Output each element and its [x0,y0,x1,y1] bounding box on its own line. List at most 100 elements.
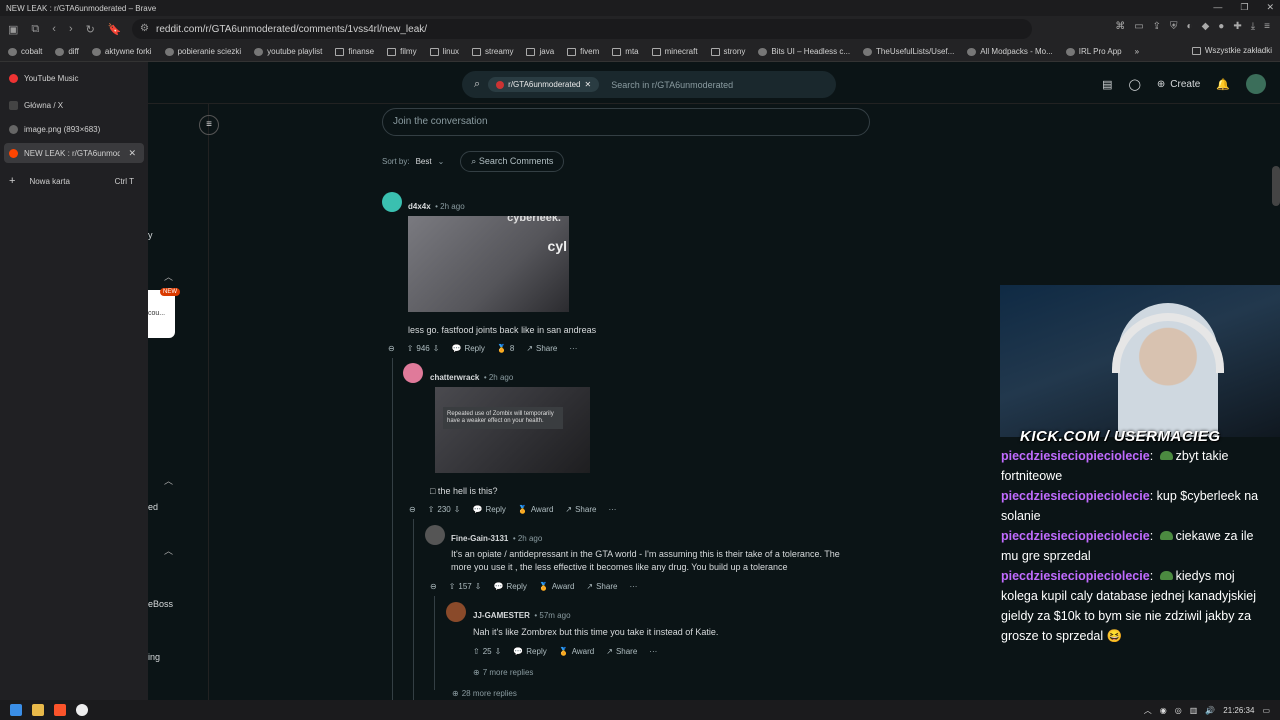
downvote-icon[interactable]: ⇩ [454,505,461,514]
share-button[interactable]: ↗ Share [606,647,637,656]
bookmark-folder[interactable]: mta [612,47,639,56]
bookmark-icon[interactable]: 🔖 [108,23,122,36]
notification-bell-icon[interactable]: 🔔 [1216,78,1230,91]
bookmarks-overflow[interactable]: » [1135,47,1139,56]
windows-start-icon[interactable] [10,704,22,716]
bookmark-item[interactable]: TheUsefulLists/Usef... [863,47,954,56]
brave-icon[interactable] [54,704,66,716]
chevron-up-icon[interactable]: ︿ [164,474,173,487]
reply-button[interactable]: 💬 Reply [451,344,484,353]
upvote-icon[interactable]: ⇧ [428,505,435,514]
menu-icon[interactable]: ≡ [1264,21,1270,32]
award-button[interactable]: 🏅 Award [559,647,595,656]
search-comments-button[interactable]: ⌕ Search Comments [460,151,565,172]
collapse-icon[interactable]: ⊖ [430,582,437,591]
discord-icon[interactable]: ◎ [1175,706,1182,715]
chevron-up-icon[interactable]: ︿ [1144,705,1152,716]
ads-icon[interactable]: ▤ [1102,78,1112,91]
translate-icon[interactable]: ⌘ [1115,21,1125,32]
bookmark-item[interactable]: youtube playlist [254,47,322,56]
file-explorer-icon[interactable] [32,704,44,716]
avatar[interactable] [446,602,466,622]
bookmark-item[interactable]: All Modpacks - Mo... [967,47,1053,56]
brave-shield-icon[interactable]: ⛨ [1170,21,1178,32]
hamburger-menu-icon[interactable]: ≡ [199,115,219,135]
community-card[interactable]: cou... [148,290,175,338]
username[interactable]: Fine-Gain-3131 [451,534,508,543]
tab-image[interactable]: image.png (893×683) [4,119,144,139]
chevron-up-icon[interactable]: ︿ [164,544,173,557]
chip-close-icon[interactable]: ✕ [585,80,592,89]
tab-x[interactable]: Główna / X [4,95,144,115]
more-options-icon[interactable]: ··· [608,505,616,514]
chevron-down-icon[interactable]: ⌄ [438,157,445,166]
username[interactable]: JJ-GAMESTER [473,611,530,620]
bookmark-folder[interactable]: minecraft [651,47,698,56]
sort-dropdown[interactable]: Best [416,157,432,166]
comment-input[interactable]: Join the conversation [382,108,870,136]
username[interactable]: d4x4x [408,202,431,211]
create-button[interactable]: ⊕ Create [1157,79,1200,90]
more-options-icon[interactable]: ··· [569,344,577,353]
extension-icon-3[interactable]: ● [1218,21,1224,32]
tab-reddit[interactable]: NEW LEAK : r/GTA6unmoderated✕ [4,143,144,163]
bookmark-folder[interactable]: streamy [472,47,513,56]
award-button[interactable]: 🏅 Award [518,505,554,514]
share-icon[interactable]: ⇪ [1153,21,1161,32]
award-button[interactable]: 🏅 Award [539,582,575,591]
tab-youtube-music[interactable]: YouTube Music [4,68,144,88]
close-tab-icon[interactable]: ✕ [128,148,136,159]
chevron-up-icon[interactable]: ︿ [164,270,173,283]
reply-button[interactable]: 💬 Reply [493,582,526,591]
more-replies-outer[interactable]: ⊕ 28 more replies [452,689,517,698]
nav-fragment[interactable]: ed [148,502,158,512]
close-window-icon[interactable]: ✕ [1266,2,1274,13]
download-icon[interactable]: ⤓ [1251,21,1255,32]
thread-line[interactable] [434,596,435,690]
scrollbar[interactable] [1272,166,1280,206]
steam-icon[interactable]: ◉ [1160,706,1167,715]
back-icon[interactable]: ‹ [52,23,56,36]
downvote-icon[interactable]: ⇩ [433,344,440,353]
reload-icon[interactable]: ↻ [86,23,95,36]
comment-image[interactable]: cyberleek. cyl [408,216,569,312]
reply-button[interactable]: 💬 Reply [513,647,546,656]
extension-icon-2[interactable]: ◆ [1202,21,1210,32]
nav-fragment[interactable]: ing [148,652,160,662]
search-input[interactable]: ⌕ r/GTA6unmoderated ✕ Search in r/GTA6unm… [462,71,836,98]
site-info-icon[interactable]: ⚙ [140,23,149,34]
upvote-icon[interactable]: ⇧ [449,582,456,591]
bookmark-item[interactable]: cobalt [8,47,42,56]
bookmark-item[interactable]: pobieranie sciezki [164,47,241,56]
bookmark-item[interactable]: Bits UI – Headless c... [758,47,850,56]
bookmark-item[interactable]: diff [55,47,79,56]
downvote-icon[interactable]: ⇩ [475,582,482,591]
downvote-icon[interactable]: ⇩ [495,647,502,656]
collapse-icon[interactable]: ⊖ [388,344,395,353]
tab-manager-icon[interactable]: ⧉ [31,23,39,36]
clock[interactable]: 21:26:34 [1223,706,1254,715]
minimize-icon[interactable]: — [1213,2,1222,13]
bookmark-item[interactable]: aktywne forki [91,47,152,56]
cast-icon[interactable]: ▭ [1134,21,1143,32]
puzzle-icon[interactable]: ✚ [1233,21,1241,32]
share-button[interactable]: ↗ Share [526,344,557,353]
avatar[interactable] [1246,74,1266,94]
extension-icon-1[interactable]: ◐ [1187,21,1193,32]
url-field[interactable]: ⚙ reddit.com/r/GTA6unmoderated/comments/… [132,19,1032,39]
bookmark-item[interactable]: IRL Pro App [1065,47,1122,56]
new-tab-button[interactable]: + Nowa karta Ctrl T [4,171,144,191]
bookmark-folder[interactable]: fivem [567,47,599,56]
bookmark-folder[interactable]: linux [429,47,459,56]
avatar[interactable] [425,525,445,545]
notifications-icon[interactable]: ▭ [1262,706,1270,715]
more-replies-nested[interactable]: ⊕ 7 more replies [473,668,533,677]
thread-line[interactable] [413,519,414,700]
username[interactable]: chatterwrack [430,373,479,382]
restore-icon[interactable]: ❐ [1240,2,1248,13]
bookmark-folder[interactable]: filmy [387,47,417,56]
share-button[interactable]: ↗ Share [565,505,596,514]
more-options-icon[interactable]: ··· [629,582,637,591]
network-icon[interactable]: ▥ [1190,706,1198,715]
chat-icon[interactable]: ◯ [1129,78,1141,91]
